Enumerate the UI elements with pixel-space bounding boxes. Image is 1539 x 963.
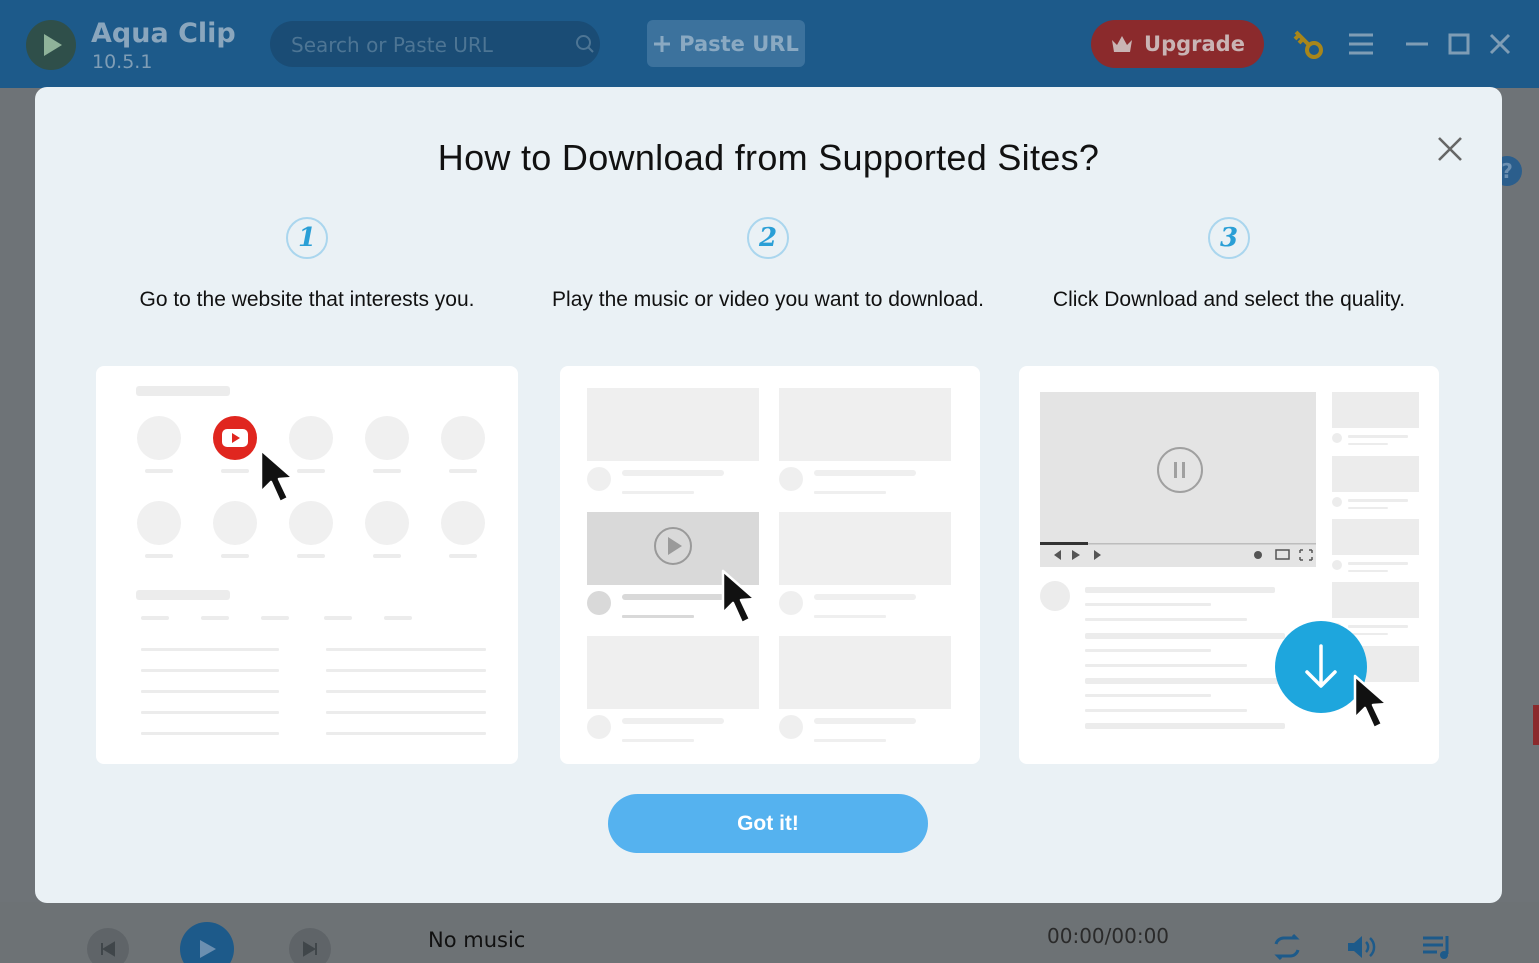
youtube-icon bbox=[213, 416, 257, 460]
got-it-button[interactable]: Got it! bbox=[608, 794, 928, 853]
step-1-illustration bbox=[96, 366, 518, 764]
app-version: 10.5.1 bbox=[92, 51, 153, 73]
dialog-title: How to Download from Supported Sites? bbox=[437, 137, 1100, 178]
crown-icon bbox=[1112, 36, 1133, 52]
skip-back-icon bbox=[101, 941, 115, 957]
step-2-illustration bbox=[560, 366, 980, 764]
step-description: Go to the website that interests you. bbox=[139, 288, 475, 311]
step-number: 2 bbox=[747, 217, 789, 259]
plus-icon bbox=[654, 35, 671, 52]
step-number: 1 bbox=[286, 217, 328, 259]
side-indicator bbox=[1533, 705, 1539, 745]
download-guide-dialog: How to Download from Supported Sites? 1 … bbox=[35, 87, 1502, 903]
menu-icon[interactable] bbox=[1347, 30, 1375, 58]
volume-icon[interactable] bbox=[1344, 930, 1378, 963]
cursor-icon bbox=[259, 448, 295, 504]
dialog-close-icon[interactable] bbox=[1433, 132, 1467, 166]
upgrade-button[interactable]: Upgrade bbox=[1091, 20, 1264, 68]
paste-url-label: Paste URL bbox=[679, 31, 799, 56]
step-description: Play the music or video you want to down… bbox=[552, 288, 984, 311]
playlist-icon[interactable] bbox=[1420, 930, 1454, 963]
close-window-icon[interactable] bbox=[1486, 30, 1514, 58]
title-bar: Aqua Clip 10.5.1 Search or Paste URL Pas… bbox=[0, 0, 1539, 88]
now-playing-title: No music bbox=[428, 928, 526, 952]
search-input[interactable]: Search or Paste URL bbox=[270, 21, 600, 67]
app-name: Aqua Clip bbox=[91, 18, 236, 49]
maximize-icon[interactable] bbox=[1445, 30, 1473, 58]
step-description: Click Download and select the quality. bbox=[1052, 288, 1406, 311]
step-3-illustration bbox=[1019, 366, 1439, 764]
step-number: 3 bbox=[1208, 217, 1250, 259]
repeat-icon[interactable] bbox=[1270, 930, 1304, 963]
play-icon bbox=[200, 940, 216, 958]
playback-time: 00:00/00:00 bbox=[1047, 924, 1170, 948]
download-circle-icon bbox=[1275, 621, 1367, 713]
paste-url-button[interactable]: Paste URL bbox=[647, 20, 805, 67]
website-grid-illustration bbox=[136, 386, 486, 735]
search-icon[interactable] bbox=[575, 34, 595, 54]
cursor-icon bbox=[1353, 674, 1389, 730]
search-placeholder: Search or Paste URL bbox=[291, 33, 493, 57]
previous-track-button[interactable] bbox=[87, 928, 129, 963]
key-icon[interactable] bbox=[1290, 26, 1328, 62]
video-grid-illustration bbox=[587, 388, 951, 742]
minimize-icon[interactable] bbox=[1403, 30, 1431, 58]
skip-forward-icon bbox=[303, 941, 317, 957]
upgrade-label: Upgrade bbox=[1144, 32, 1245, 56]
video-player-illustration bbox=[1040, 392, 1419, 730]
next-track-button[interactable] bbox=[289, 928, 331, 963]
app-logo bbox=[26, 20, 76, 70]
